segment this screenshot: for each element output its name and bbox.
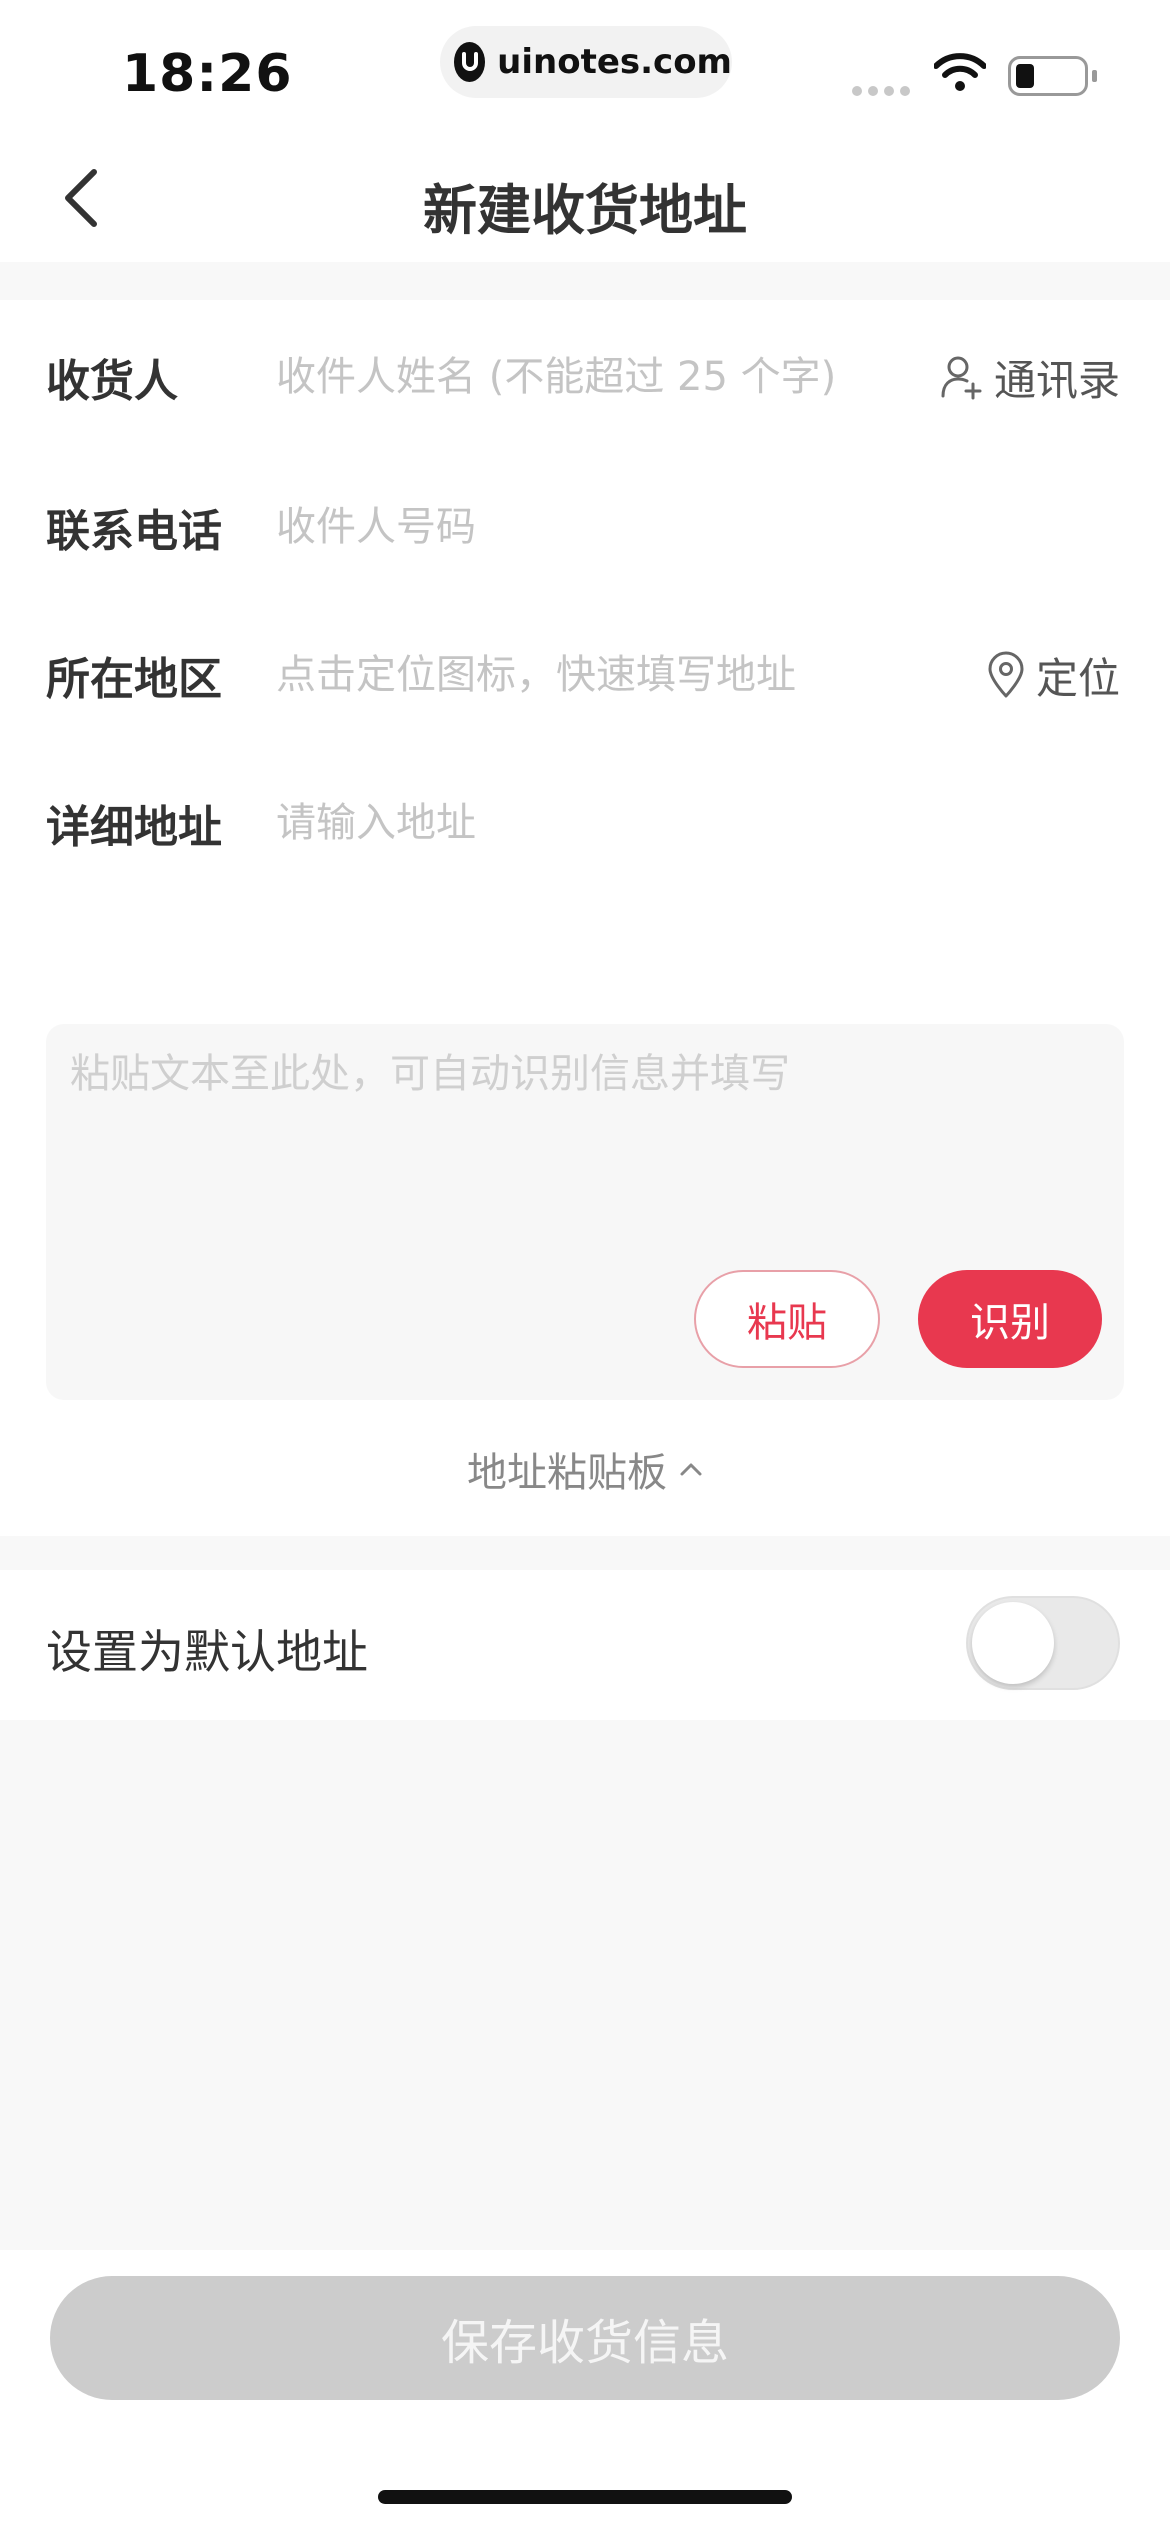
receiver-label: 收货人 [46,356,178,407]
status-bar: 18:26 uinotes.com [0,0,1170,130]
wifi-icon [933,52,987,96]
battery-icon [1008,56,1097,96]
detail-label: 详细地址 [46,802,222,853]
address-form: 收货人 通讯录 联系电话 所在地区 [0,300,1170,1536]
default-address-switch[interactable] [966,1596,1120,1690]
contacts-label: 通讯录 [993,355,1120,405]
locate-label: 定位 [1035,653,1120,703]
chevron-up-icon [680,1463,702,1476]
clipboard-toggle[interactable]: 地址粘贴板 [0,1440,1170,1498]
switch-knob [972,1602,1054,1684]
bottom-bar: 保存收货信息 [0,2250,1170,2532]
paste-textarea[interactable] [70,1044,1100,1244]
clipboard-label: 地址粘贴板 [467,1450,667,1496]
receiver-row: 收货人 通讯录 [0,322,1170,432]
paste-area: 粘贴 识别 [46,1024,1124,1400]
default-address-row: 设置为默认地址 [0,1570,1170,1720]
recognize-button[interactable]: 识别 [918,1270,1102,1368]
region-label: 所在地区 [46,654,222,705]
detail-row: 详细地址 [0,768,1170,878]
save-button[interactable]: 保存收货信息 [50,2276,1120,2400]
location-pin-icon [988,651,1024,698]
locate-button[interactable]: 定位 [986,645,1120,706]
detail-input[interactable] [276,783,916,863]
site-logo-icon [454,42,486,82]
home-indicator [378,2490,792,2504]
url-pill[interactable]: uinotes.com [440,26,732,98]
default-address-label: 设置为默认地址 [46,1625,368,1679]
cellular-signal-icon [852,86,910,96]
page-title: 新建收货地址 [423,179,747,242]
page: 18:26 uinotes.com 新建收货地址 收货人 收件人姓名 (不能超过… [0,0,1170,2532]
receiver-input[interactable] [276,337,916,417]
status-time: 18:26 [122,44,293,104]
region-row: 所在地区 定位 [0,620,1170,730]
phone-label: 联系电话 [46,506,222,557]
nav-bar: 新建收货地址 [0,130,1170,262]
contacts-button[interactable]: 通讯录 [940,347,1120,408]
person-add-icon [941,356,982,400]
url-text: uinotes.com [497,42,732,82]
phone-row: 联系电话 [0,472,1170,582]
paste-button[interactable]: 粘贴 [694,1270,880,1368]
phone-input[interactable] [276,487,916,567]
region-input[interactable] [276,635,916,715]
